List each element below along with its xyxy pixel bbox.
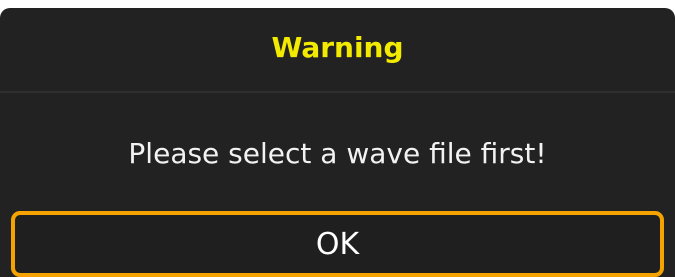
dialog-message: Please select a wave file first! bbox=[128, 137, 547, 170]
dialog-title: Warning bbox=[271, 31, 404, 64]
title-divider bbox=[0, 91, 675, 93]
ok-button[interactable]: OK bbox=[11, 211, 664, 277]
warning-dialog: Warning Please select a wave file first!… bbox=[0, 8, 675, 277]
